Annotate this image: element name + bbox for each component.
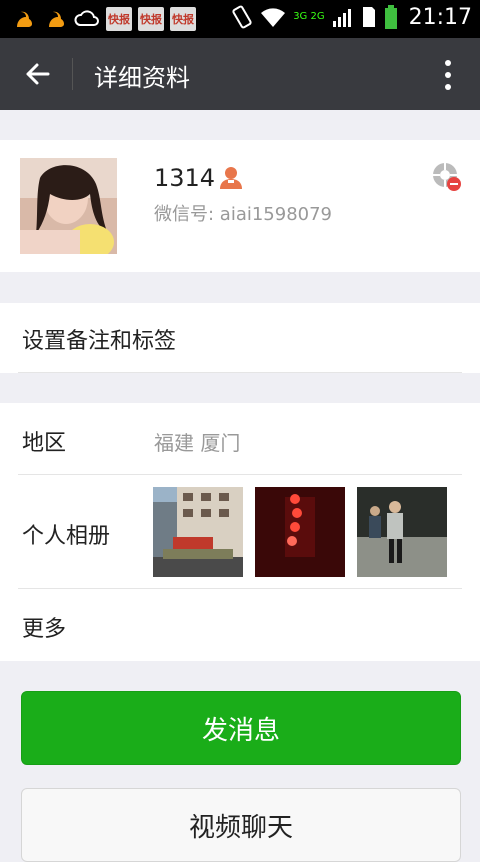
wechat-id: 微信号: aiai1598079	[154, 204, 333, 225]
news-app-icon: 快报	[138, 7, 164, 31]
send-message-button[interactable]: 发消息	[21, 691, 461, 765]
news-app-icon: 快报	[106, 7, 132, 31]
info-group: 地区 福建 厦门 个人相册 更多	[0, 403, 480, 661]
video-chat-button[interactable]: 视频聊天	[21, 788, 461, 862]
album-photo-street	[357, 487, 447, 577]
squirrel-icon	[42, 6, 68, 32]
toolbar-divider	[72, 58, 73, 90]
wifi-icon	[261, 8, 286, 27]
region-label: 地区	[22, 431, 67, 456]
personal-album-row[interactable]: 个人相册	[0, 475, 480, 589]
status-bar: 快报 快报 快报 3G 2G 21:17	[0, 0, 480, 38]
contact-name: 1314	[154, 164, 216, 192]
vibrate-icon	[232, 5, 252, 29]
album-photo-building	[153, 487, 243, 577]
avatar[interactable]	[20, 158, 117, 254]
news-app-icon: 快报	[170, 7, 196, 31]
set-remark-and-tag[interactable]: 设置备注和标签	[0, 303, 480, 373]
album-label: 个人相册	[22, 524, 111, 549]
weather-icon	[74, 6, 100, 32]
moments-blocked-icon	[433, 163, 461, 191]
squirrel-icon	[10, 6, 36, 32]
title-bar: 详细资料	[0, 38, 480, 110]
notification-icons: 快报 快报 快报	[10, 6, 196, 32]
more-options-icon[interactable]	[442, 58, 454, 92]
clock: 21:17	[408, 4, 472, 30]
more-label: 更多	[22, 617, 67, 642]
gender-person-icon	[220, 167, 242, 189]
sim-icon	[362, 7, 375, 27]
divider	[18, 372, 462, 373]
region-row: 地区 福建 厦门	[0, 403, 480, 475]
region-value: 福建 厦门	[154, 431, 241, 455]
album-photo-night-sign	[255, 487, 345, 577]
signal-icon	[332, 9, 351, 27]
profile-card: 1314 微信号: aiai1598079	[0, 140, 480, 272]
more-row[interactable]: 更多	[0, 589, 480, 661]
page-title: 详细资料	[94, 64, 190, 92]
network-type: 3G 2G	[293, 11, 325, 22]
back-arrow-icon[interactable]	[20, 56, 56, 92]
battery-icon	[384, 5, 397, 29]
set-remark-label: 设置备注和标签	[22, 329, 177, 354]
system-icons: 3G 2G 21:17	[231, 4, 472, 30]
